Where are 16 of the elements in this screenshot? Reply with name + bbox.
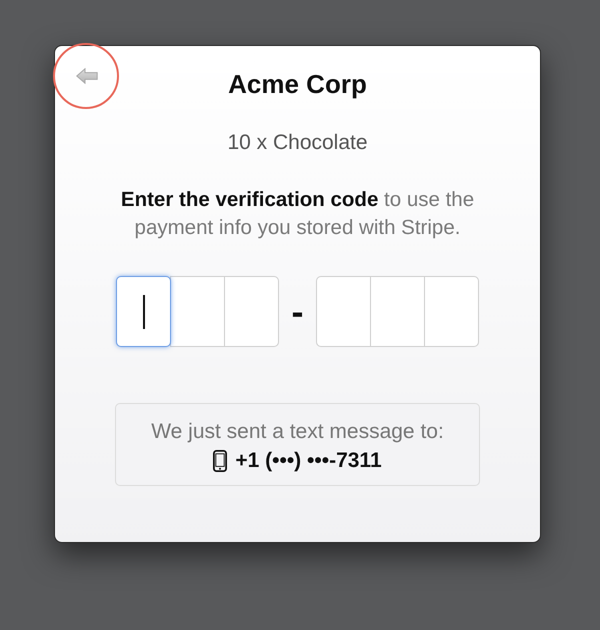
notice-text: We just sent a text message to: bbox=[151, 419, 444, 445]
instruction-text: Enter the verification code to use the payment info you stored with Stripe. bbox=[120, 187, 476, 241]
code-digit-field[interactable] bbox=[116, 276, 171, 347]
merchant-title: Acme Corp bbox=[228, 70, 367, 98]
arrow-left-icon bbox=[76, 68, 98, 84]
code-digit-field[interactable] bbox=[370, 276, 425, 347]
text-cursor bbox=[142, 294, 144, 328]
code-separator: - bbox=[290, 296, 304, 326]
order-summary: 10 x Chocolate bbox=[227, 132, 368, 154]
phone-number: +1 (•••) •••-7311 bbox=[235, 448, 382, 474]
code-digit-field[interactable] bbox=[170, 276, 225, 347]
phone-icon bbox=[213, 450, 228, 472]
code-digit-field[interactable] bbox=[224, 276, 279, 347]
back-button[interactable] bbox=[76, 68, 98, 84]
code-digit-field[interactable] bbox=[424, 276, 479, 347]
code-digit-field[interactable] bbox=[316, 276, 371, 347]
